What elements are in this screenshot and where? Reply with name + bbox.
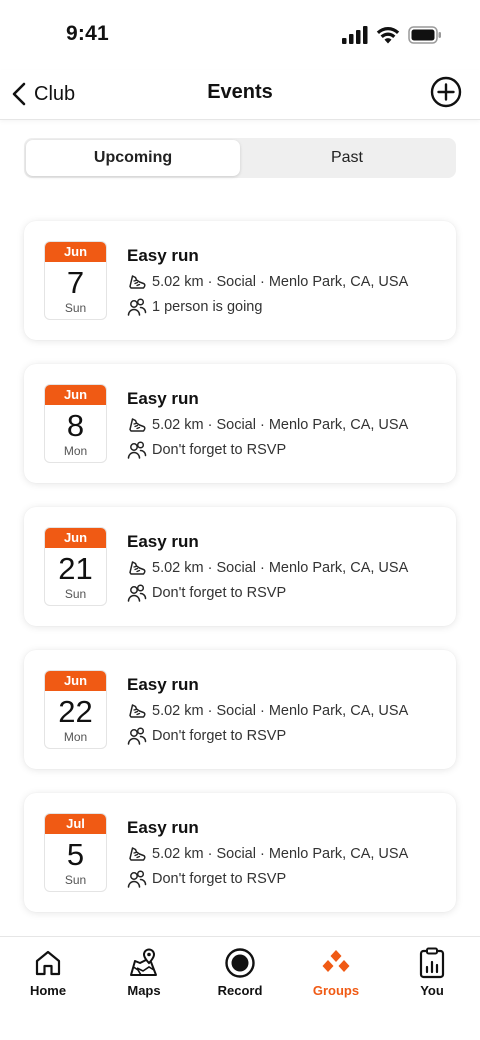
- event-details: 5.02 km · Social · Menlo Park, CA, USA: [127, 272, 408, 292]
- event-title: Easy run: [127, 389, 199, 408]
- date-weekday: Sun: [64, 587, 87, 601]
- event-attendance: Don't forget to RSVP: [127, 583, 286, 603]
- event-details-text: 5.02 km · Social · Menlo Park, CA, USA: [152, 846, 409, 862]
- page-title: Events: [207, 81, 273, 103]
- segment-past[interactable]: Past: [240, 140, 454, 176]
- event-attendance-text: Don't forget to RSVP: [152, 728, 287, 744]
- event-card[interactable]: Jun 8 Mon Easy run 5.02 km · Social · Me…: [24, 364, 456, 483]
- groups-icon: [322, 950, 350, 972]
- event-details: 5.02 km · Social · Menlo Park, CA, USA: [127, 701, 408, 721]
- event-list: Jun 7 Sun Easy run 5.02 km · Social · Me…: [24, 221, 456, 936]
- event-title: Easy run: [127, 532, 199, 551]
- date-badge: Jun 22 Mon: [44, 670, 107, 749]
- plus-circle-icon: [430, 76, 462, 108]
- people-icon: [127, 870, 147, 888]
- people-icon: [127, 298, 147, 316]
- status-icons: [342, 26, 442, 44]
- date-day: 7: [66, 265, 85, 300]
- tab-maps[interactable]: Maps: [96, 945, 192, 998]
- running-shoe-icon: [129, 847, 146, 861]
- event-attendance-text: 1 person is going: [152, 299, 263, 315]
- tab-groups-label: Groups: [312, 983, 360, 998]
- running-shoe-icon: [129, 418, 146, 432]
- event-details-text: 5.02 km · Social · Menlo Park, CA, USA: [152, 274, 409, 290]
- date-month: Jun: [45, 242, 106, 262]
- cellular-signal-icon: [342, 26, 368, 44]
- event-details-text: 5.02 km · Social · Menlo Park, CA, USA: [152, 560, 409, 576]
- tab-you-label: You: [420, 983, 444, 998]
- date-badge: Jul 5 Sun: [44, 813, 107, 892]
- wifi-icon: [376, 27, 400, 44]
- event-card[interactable]: Jun 7 Sun Easy run 5.02 km · Social · Me…: [24, 221, 456, 340]
- status-bar: 9:41: [0, 0, 480, 70]
- event-attendance-text: Don't forget to RSVP: [152, 442, 287, 458]
- event-details: 5.02 km · Social · Menlo Park, CA, USA: [127, 558, 408, 578]
- date-day: 21: [58, 551, 93, 586]
- event-details-text: 5.02 km · Social · Menlo Park, CA, USA: [152, 417, 409, 433]
- events-segmented-control: Upcoming Past: [24, 138, 456, 178]
- event-title: Easy run: [127, 246, 199, 265]
- running-shoe-icon: [129, 704, 146, 718]
- event-attendance-text: Don't forget to RSVP: [152, 871, 287, 887]
- event-details: 5.02 km · Social · Menlo Park, CA, USA: [127, 415, 408, 435]
- event-details-text: 5.02 km · Social · Menlo Park, CA, USA: [152, 703, 409, 719]
- event-card[interactable]: Jun 22 Mon Easy run 5.02 km · Social · M…: [24, 650, 456, 769]
- tab-maps-label: Maps: [127, 983, 161, 998]
- people-icon: [127, 727, 147, 745]
- date-day: 5: [66, 837, 85, 872]
- people-icon: [127, 584, 147, 602]
- event-attendance: 1 person is going: [127, 297, 262, 317]
- home-icon: [35, 950, 61, 976]
- add-event-button[interactable]: [430, 76, 462, 108]
- tab-you[interactable]: You: [384, 945, 480, 998]
- date-weekday: Sun: [64, 301, 87, 315]
- status-time: 9:41: [66, 22, 109, 45]
- record-icon: [225, 948, 255, 978]
- you-icon: [419, 947, 445, 979]
- date-badge: Jun 7 Sun: [44, 241, 107, 320]
- nav-header: Club Events: [0, 70, 480, 120]
- maps-icon: [130, 948, 157, 976]
- date-month: Jun: [45, 528, 106, 548]
- date-badge: Jun 21 Sun: [44, 527, 107, 606]
- date-day: 22: [58, 694, 93, 729]
- people-icon: [127, 441, 147, 459]
- event-card[interactable]: Jun 21 Sun Easy run 5.02 km · Social · M…: [24, 507, 456, 626]
- date-month: Jul: [45, 814, 106, 834]
- tab-bar: Home Maps Record Groups You: [0, 936, 480, 1040]
- event-attendance: Don't forget to RSVP: [127, 726, 286, 746]
- tab-record[interactable]: Record: [192, 945, 288, 998]
- tab-record-label: Record: [217, 983, 263, 998]
- date-day: 8: [66, 408, 85, 443]
- running-shoe-icon: [129, 275, 146, 289]
- event-title: Easy run: [127, 675, 199, 694]
- segment-upcoming[interactable]: Upcoming: [26, 140, 240, 176]
- event-card[interactable]: Jul 5 Sun Easy run 5.02 km · Social · Me…: [24, 793, 456, 912]
- event-title: Easy run: [127, 818, 199, 837]
- tab-home[interactable]: Home: [0, 945, 96, 998]
- date-badge: Jun 8 Mon: [44, 384, 107, 463]
- event-attendance: Don't forget to RSVP: [127, 869, 286, 889]
- date-weekday: Mon: [63, 730, 88, 744]
- event-attendance-text: Don't forget to RSVP: [152, 585, 287, 601]
- tab-groups[interactable]: Groups: [288, 945, 384, 998]
- event-attendance: Don't forget to RSVP: [127, 440, 286, 460]
- date-month: Jun: [45, 385, 106, 405]
- tab-home-label: Home: [29, 983, 67, 998]
- date-month: Jun: [45, 671, 106, 691]
- date-weekday: Mon: [63, 444, 88, 458]
- battery-icon: [408, 26, 441, 44]
- date-weekday: Sun: [64, 873, 87, 887]
- running-shoe-icon: [129, 561, 146, 575]
- event-details: 5.02 km · Social · Menlo Park, CA, USA: [127, 844, 408, 864]
